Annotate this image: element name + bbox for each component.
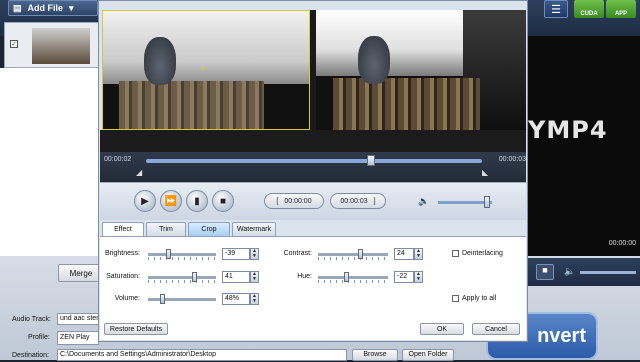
set-end-bracket-icon[interactable]: ] bbox=[374, 198, 376, 205]
tab-effect[interactable]: Effect bbox=[102, 222, 144, 236]
tab-crop[interactable]: Crop bbox=[188, 222, 230, 236]
hue-slider[interactable] bbox=[318, 276, 388, 279]
end-time-value: 00:00:03 bbox=[340, 197, 368, 205]
ok-button[interactable]: OK bbox=[420, 323, 464, 335]
preview-pigeon bbox=[144, 37, 177, 85]
preview-volume-slider[interactable] bbox=[580, 271, 636, 274]
destination-input[interactable]: C:\Documents and Settings\Administrator\… bbox=[57, 349, 347, 361]
start-time-value: 00:00:00 bbox=[284, 197, 312, 205]
cuda-badge: CUDA bbox=[574, 0, 604, 18]
saturation-slider[interactable] bbox=[148, 276, 216, 279]
output-time: 00:00:00 bbox=[608, 240, 636, 247]
seek-slider[interactable] bbox=[146, 159, 482, 163]
hue-ticks bbox=[318, 280, 388, 283]
contrast-thumb[interactable] bbox=[358, 249, 363, 259]
saturation-input[interactable]: 41 bbox=[222, 271, 250, 283]
format-logo: YMP4 bbox=[528, 116, 608, 144]
volume-input[interactable]: 48% bbox=[222, 293, 250, 305]
next-frame-icon[interactable]: ▮ bbox=[186, 190, 208, 212]
tab-watermark[interactable]: Watermark bbox=[232, 222, 276, 236]
saturation-label: Saturation: bbox=[106, 273, 140, 280]
audio-track-label: Audio Track: bbox=[12, 316, 51, 323]
browse-button[interactable]: Browse bbox=[352, 349, 398, 361]
brightness-input[interactable]: -39 bbox=[222, 248, 250, 260]
open-folder-button[interactable]: Open Folder bbox=[402, 349, 454, 361]
snapshot-folder-icon[interactable]: ■ bbox=[536, 264, 554, 280]
contrast-label: Contrast: bbox=[283, 250, 312, 257]
tab-trim[interactable]: Trim bbox=[146, 222, 186, 236]
saturation-thumb[interactable] bbox=[192, 272, 197, 282]
add-file-icon: ▤ bbox=[13, 2, 22, 13]
trim-end-marker-icon[interactable]: ◣ bbox=[482, 168, 490, 177]
saturation-ticks bbox=[148, 280, 216, 283]
crop-crosshair-icon[interactable]: + bbox=[200, 65, 210, 75]
add-file-label: Add File bbox=[27, 3, 64, 13]
profile-label: Profile: bbox=[28, 334, 50, 341]
seek-thumb[interactable] bbox=[367, 155, 376, 166]
contrast-slider[interactable] bbox=[318, 253, 388, 256]
hue-input[interactable]: -22 bbox=[394, 271, 414, 283]
preview-post bbox=[119, 81, 264, 129]
timeline-bar bbox=[100, 152, 526, 182]
end-time-box[interactable]: 00:00:03 ] bbox=[330, 193, 386, 209]
file-checkbox[interactable]: ✓ bbox=[10, 40, 18, 48]
chevron-down-icon: ▾ bbox=[69, 2, 74, 13]
effect-volume-slider[interactable] bbox=[148, 298, 216, 301]
brightness-spinner[interactable]: ▲ ▼ bbox=[250, 248, 259, 260]
effect-volume-thumb[interactable] bbox=[160, 294, 165, 304]
contrast-input[interactable]: 24 bbox=[394, 248, 414, 260]
volume-label: Volume: bbox=[114, 295, 140, 302]
cancel-button[interactable]: Cancel bbox=[472, 323, 520, 335]
fast-forward-icon[interactable]: ⏩ bbox=[160, 190, 182, 212]
file-list bbox=[0, 68, 102, 258]
hue-label: Hue: bbox=[297, 273, 312, 280]
apply-to-all-checkbox[interactable] bbox=[452, 295, 459, 302]
restore-defaults-button[interactable]: Restore Defaults bbox=[104, 323, 168, 335]
volume-icon[interactable]: 🔈 bbox=[418, 196, 430, 208]
brightness-label: Brightness: bbox=[104, 250, 140, 257]
output-preview-panel bbox=[528, 36, 640, 256]
contrast-ticks bbox=[318, 257, 388, 260]
audio-track-select[interactable]: und aac ster bbox=[57, 313, 99, 325]
brightness-ticks bbox=[148, 257, 216, 260]
saturation-spinner[interactable]: ▲ ▼ bbox=[250, 271, 259, 283]
brightness-slider[interactable] bbox=[148, 253, 216, 256]
volume-spinner[interactable]: ▲ ▼ bbox=[250, 293, 259, 305]
deinterlacing-checkbox[interactable] bbox=[452, 250, 459, 257]
deinterlacing-label: Deinterlacing bbox=[462, 250, 503, 257]
start-time-box[interactable]: [ 00:00:00 bbox=[264, 193, 324, 209]
output-preview bbox=[316, 10, 526, 130]
brightness-thumb[interactable] bbox=[166, 249, 171, 259]
hue-spinner[interactable]: ▲ ▼ bbox=[414, 271, 423, 283]
output-pigeon bbox=[358, 36, 390, 84]
destination-label: Destination: bbox=[12, 352, 49, 359]
add-file-button[interactable]: ▤ Add File ▾ bbox=[8, 0, 98, 16]
current-time: 00:00:02 bbox=[104, 156, 132, 163]
trim-start-marker-icon[interactable]: ◢ bbox=[136, 168, 144, 177]
play-icon[interactable]: ▶ bbox=[134, 190, 156, 212]
speaker-icon[interactable]: 🔈 bbox=[564, 266, 576, 278]
set-start-bracket-icon[interactable]: [ bbox=[276, 198, 278, 205]
volume-thumb[interactable] bbox=[483, 196, 490, 208]
profile-select[interactable]: ZEN Play bbox=[57, 331, 99, 345]
app-badge: APP bbox=[606, 0, 636, 18]
acceleration-badges: CUDA APP bbox=[574, 0, 636, 18]
file-thumbnail bbox=[32, 28, 90, 64]
preview-footer bbox=[100, 130, 526, 152]
contrast-spinner[interactable]: ▲ ▼ bbox=[414, 248, 423, 260]
stop-icon[interactable]: ■ bbox=[212, 190, 234, 212]
hue-thumb[interactable] bbox=[344, 272, 349, 282]
apply-to-all-label: Apply to all bbox=[462, 295, 497, 302]
menu-icon[interactable]: ☰ bbox=[544, 0, 568, 18]
output-post bbox=[332, 78, 480, 130]
total-time: 00:00:03 bbox=[498, 156, 526, 163]
